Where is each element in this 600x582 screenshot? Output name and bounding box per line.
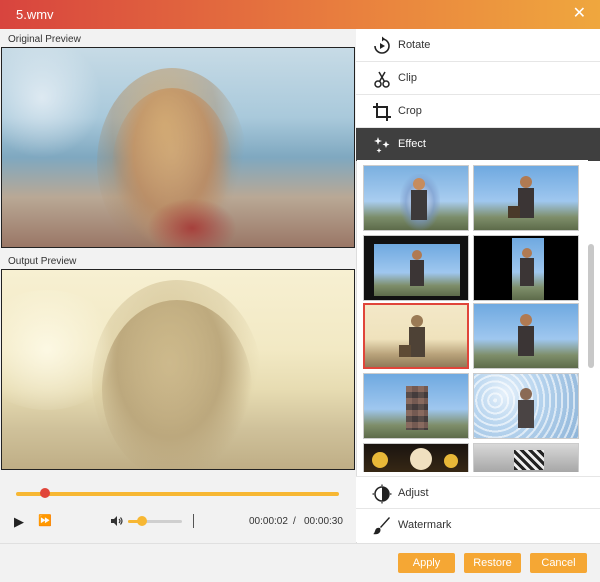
effect-thumb-2[interactable] — [473, 165, 579, 231]
scissors-icon — [374, 71, 390, 88]
effect-thumb-9[interactable] — [363, 443, 469, 472]
brush-icon — [373, 517, 390, 535]
menu-label-rotate: Rotate — [398, 39, 431, 51]
rotate-icon — [374, 36, 390, 54]
current-time: 00:00:02 — [249, 516, 288, 527]
output-preview-label: Output Preview — [8, 256, 77, 267]
menu-item-adjust[interactable]: Adjust — [356, 476, 600, 509]
video-editor-window: 5.wmv ✕ Original Preview Output Preview … — [0, 0, 600, 582]
menu-item-rotate[interactable]: Rotate — [356, 29, 600, 62]
effect-thumb-10[interactable] — [473, 443, 579, 472]
contrast-icon — [372, 484, 392, 504]
sparkle-icon — [374, 137, 390, 153]
menu-item-watermark[interactable]: Watermark — [356, 509, 600, 542]
original-preview-label: Original Preview — [8, 34, 81, 45]
time-separator: / — [293, 516, 296, 527]
effect-thumbnail-grid — [357, 160, 588, 472]
menu-item-effect[interactable]: Effect — [356, 128, 600, 161]
effect-thumb-5[interactable] — [363, 303, 469, 369]
menu-label-crop: Crop — [398, 105, 422, 117]
volume-icon[interactable] — [110, 514, 124, 528]
total-time: 00:00:30 — [304, 516, 343, 527]
menu-label-watermark: Watermark — [398, 519, 452, 531]
window-title: 5.wmv — [16, 7, 54, 22]
effect-thumb-7[interactable] — [363, 373, 469, 439]
original-preview-video — [1, 47, 355, 248]
menu-item-clip[interactable]: Clip — [356, 62, 600, 95]
menu-label-clip: Clip — [398, 72, 417, 84]
menu-label-adjust: Adjust — [398, 487, 429, 499]
fast-forward-icon[interactable]: ⏩ — [38, 514, 52, 527]
play-icon[interactable]: ▶ — [14, 514, 24, 530]
cancel-button[interactable]: Cancel — [530, 553, 587, 573]
apply-button[interactable]: Apply — [398, 553, 455, 573]
menu-label-effect: Effect — [398, 138, 426, 150]
title-bar: 5.wmv ✕ — [0, 0, 600, 29]
restore-button[interactable]: Restore — [464, 553, 521, 573]
effect-thumb-3[interactable] — [363, 235, 469, 301]
effect-thumb-4[interactable] — [473, 235, 579, 301]
effect-thumb-8[interactable] — [473, 373, 579, 439]
volume-thumb[interactable] — [137, 516, 147, 526]
crop-icon — [373, 103, 391, 121]
effects-scrollbar[interactable] — [588, 244, 594, 368]
timeline-thumb[interactable] — [40, 488, 50, 498]
menu-item-crop[interactable]: Crop — [356, 95, 600, 128]
controls-divider — [193, 514, 194, 528]
effect-thumb-6[interactable] — [473, 303, 579, 369]
effect-thumb-1[interactable] — [363, 165, 469, 231]
player-controls — [0, 471, 356, 543]
output-preview-video — [1, 269, 355, 470]
timeline-slider[interactable] — [16, 492, 339, 496]
close-icon[interactable]: ✕ — [573, 5, 586, 23]
